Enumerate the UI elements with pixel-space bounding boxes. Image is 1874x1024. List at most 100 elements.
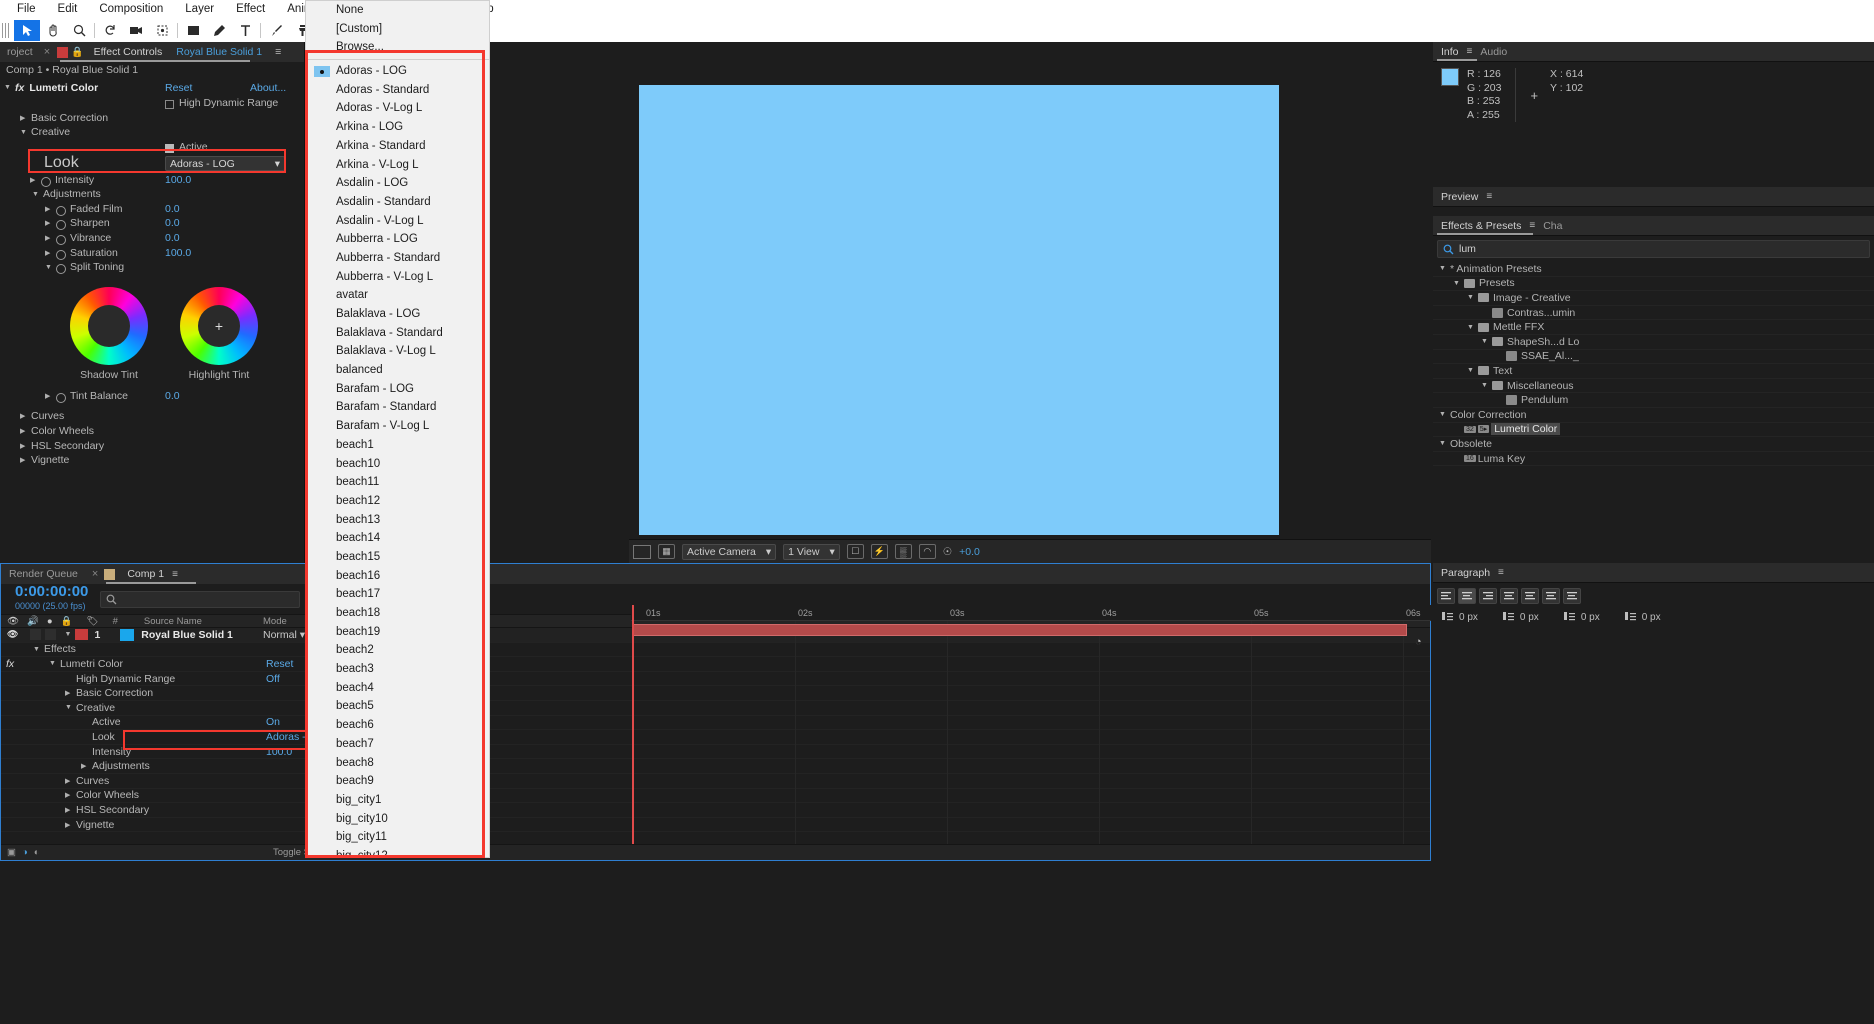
- close-icon[interactable]: ×: [86, 568, 104, 580]
- effects-tree-item[interactable]: ▼ Mettle FFX: [1433, 320, 1874, 335]
- effects-tree-item[interactable]: ▼ Text: [1433, 364, 1874, 379]
- dropdown-item-big-city1[interactable]: big_city1: [306, 791, 489, 810]
- section-hsl-secondary[interactable]: ▶ HSL Secondary: [0, 438, 304, 453]
- chevron-icon[interactable]: ▼: [1481, 338, 1489, 345]
- dropdown-item-beach2[interactable]: beach2: [306, 641, 489, 660]
- chevron-right-icon[interactable]: ▶: [20, 412, 28, 420]
- layer-mode[interactable]: Normal ▾: [263, 629, 305, 641]
- toolbar-grip[interactable]: [2, 23, 11, 38]
- intensity-value[interactable]: 100.0: [165, 174, 191, 186]
- dropdown-item-beach12[interactable]: beach12: [306, 492, 489, 511]
- panel-menu-icon[interactable]: ≡: [172, 569, 178, 580]
- chevron-icon[interactable]: ▶: [81, 762, 89, 770]
- chevron-right-icon[interactable]: ▶: [20, 442, 28, 450]
- tab-character[interactable]: Cha: [1535, 216, 1570, 236]
- chevron-down-icon[interactable]: ▼: [45, 264, 53, 271]
- effects-tree-item[interactable]: SSAE_Al..._: [1433, 350, 1874, 365]
- eye-icon[interactable]: 👁: [1, 616, 19, 627]
- tab-audio[interactable]: Audio: [1472, 42, 1515, 62]
- shadow-tint-wheel[interactable]: [70, 286, 148, 365]
- section-vignette[interactable]: ▶ Vignette: [0, 453, 304, 468]
- menu-item-layer[interactable]: Layer: [174, 0, 225, 19]
- anchor-point-tool[interactable]: [149, 20, 175, 41]
- chevron-icon[interactable]: ▶: [65, 777, 73, 785]
- dropdown-item-beach3[interactable]: beach3: [306, 660, 489, 679]
- timeline-search-input[interactable]: [100, 590, 301, 608]
- lock-icon[interactable]: 🔒: [53, 616, 73, 627]
- tint-balance-value[interactable]: 0.0: [165, 390, 180, 402]
- property-value[interactable]: On: [266, 716, 280, 728]
- dropdown-item-barafam-standard[interactable]: Barafam - Standard: [306, 398, 489, 417]
- layer-duration-bar[interactable]: [633, 624, 1407, 636]
- stopwatch-icon[interactable]: [56, 392, 66, 403]
- dropdown-item-balaklava-log[interactable]: Balaklava - LOG: [306, 305, 489, 324]
- panel-menu-icon[interactable]: ≡: [1486, 191, 1492, 202]
- region-of-interest-icon[interactable]: [633, 544, 651, 559]
- type-tool[interactable]: [232, 20, 258, 41]
- chevron-icon[interactable]: ▼: [65, 704, 73, 711]
- dropdown-item-beach8[interactable]: beach8: [306, 754, 489, 773]
- menu-item-edit[interactable]: Edit: [47, 0, 89, 19]
- property-value[interactable]: 100.0: [266, 746, 292, 758]
- current-timecode[interactable]: 0:00:00:00 00000 (25.00 fps): [1, 584, 88, 614]
- fast-preview-icon[interactable]: ⚡: [870, 544, 888, 559]
- comp-button-icon[interactable]: ◔: [1415, 636, 1422, 648]
- stopwatch-icon[interactable]: [41, 176, 51, 187]
- align-right-icon[interactable]: [1479, 588, 1497, 604]
- chevron-right-icon[interactable]: ▶: [45, 392, 53, 400]
- chevron-icon[interactable]: ▼: [1439, 411, 1447, 418]
- effects-tree-item[interactable]: ▼ Obsolete: [1433, 437, 1874, 452]
- tab-paragraph[interactable]: Paragraph: [1433, 563, 1498, 583]
- chevron-icon[interactable]: ▶: [65, 791, 73, 799]
- dropdown-item-arkina-log[interactable]: Arkina - LOG: [306, 118, 489, 137]
- stopwatch-icon[interactable]: [56, 264, 66, 275]
- align-center-icon[interactable]: [1458, 588, 1476, 604]
- dropdown-item-adoras-log[interactable]: Adoras - LOG: [306, 62, 489, 81]
- chevron-down-icon[interactable]: ▼: [4, 84, 12, 91]
- active-checkbox[interactable]: [165, 143, 174, 153]
- menu-item-file[interactable]: File: [6, 0, 47, 19]
- property-value[interactable]: Off: [266, 673, 280, 685]
- chevron-down-icon[interactable]: ▼: [20, 129, 28, 136]
- effects-tree-item[interactable]: ▼ Color Correction: [1433, 408, 1874, 423]
- close-icon[interactable]: ×: [40, 46, 54, 58]
- chevron-right-icon[interactable]: ▶: [20, 456, 28, 464]
- graph-editor-icon[interactable]: ◑: [22, 847, 28, 858]
- dropdown-item-beach7[interactable]: beach7: [306, 735, 489, 754]
- chevron-icon[interactable]: ▶: [65, 689, 73, 697]
- dropdown-item-balanced[interactable]: balanced: [306, 361, 489, 380]
- eye-icon[interactable]: 👁: [1, 629, 18, 640]
- transparency-grid-icon[interactable]: ▦: [658, 544, 675, 559]
- playhead[interactable]: [632, 605, 634, 860]
- dropdown-item-arkina-v-log-l[interactable]: Arkina - V-Log L: [306, 156, 489, 175]
- chevron-right-icon[interactable]: ▶: [45, 249, 53, 257]
- chevron-icon[interactable]: ▼: [1467, 367, 1475, 374]
- effects-tree-item[interactable]: ▼ Image - Creative: [1433, 291, 1874, 306]
- split-toning-group[interactable]: ▼ Split Toning: [0, 260, 304, 275]
- dropdown-item-beach10[interactable]: beach10: [306, 455, 489, 474]
- justify-last-left-icon[interactable]: [1500, 588, 1518, 604]
- reset-button[interactable]: Reset: [165, 82, 192, 94]
- motion-blur-icon[interactable]: ◐: [34, 847, 40, 858]
- dropdown-item-big-city10[interactable]: big_city10: [306, 810, 489, 829]
- highlight-tint-wheel[interactable]: +: [180, 286, 258, 365]
- adjustment-value[interactable]: 0.0: [165, 232, 180, 244]
- tab-comp-1[interactable]: Comp 1: [119, 564, 172, 584]
- dropdown-item-beach15[interactable]: beach15: [306, 548, 489, 567]
- comp-flowchart-icon[interactable]: ◠: [918, 544, 936, 559]
- stopwatch-icon[interactable]: [56, 249, 66, 260]
- justify-last-right-icon[interactable]: [1542, 588, 1560, 604]
- select-tool[interactable]: [14, 20, 40, 41]
- chevron-icon[interactable]: ▼: [1439, 265, 1447, 272]
- camera-tool[interactable]: [123, 20, 149, 41]
- adjustment-value[interactable]: 0.0: [165, 203, 180, 215]
- stopwatch-icon[interactable]: [56, 235, 66, 246]
- dropdown-item-big-city12[interactable]: big_city12: [306, 847, 489, 857]
- dropdown-item-asdalin-standard[interactable]: Asdalin - Standard: [306, 193, 489, 212]
- dropdown-item-aubberra-standard[interactable]: Aubberra - Standard: [306, 249, 489, 268]
- tab-effect-controls[interactable]: Effect Controls: [87, 42, 170, 62]
- effects-tree-item[interactable]: ▼ * Animation Presets: [1433, 262, 1874, 277]
- effects-tree-item[interactable]: 16 Luma Key: [1433, 452, 1874, 467]
- dropdown-item-beach11[interactable]: beach11: [306, 473, 489, 492]
- effects-tree-item[interactable]: ▼ ShapeSh...d Lo: [1433, 335, 1874, 350]
